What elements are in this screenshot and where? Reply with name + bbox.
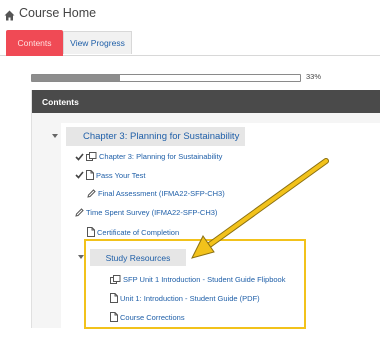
progress-fill: [32, 75, 121, 81]
contents-panel-header: Contents: [32, 90, 380, 113]
page-title: Course Home: [19, 6, 97, 20]
study-resources-module[interactable]: Study Resources: [90, 249, 186, 266]
item-label: Unit 1: Introduction - Student Guide (PD…: [120, 293, 260, 303]
item-label: Final Assessment (IFMA22-SFP-CH3): [98, 189, 225, 198]
document-icon: [110, 293, 118, 303]
study-resources-label: Study Resources: [105, 252, 171, 263]
flipbook-icon: [86, 152, 97, 161]
chapter-module-label: Chapter 3: Planning for Sustainability: [83, 131, 240, 142]
item-label: Time Spent Survey (IFMA22-SFP-CH3): [86, 208, 218, 217]
document-icon: [86, 170, 94, 180]
tab-view-progress[interactable]: View Progress: [63, 31, 132, 54]
document-icon: [87, 227, 95, 237]
item-label: SFP Unit 1 Introduction - Student Guide …: [123, 275, 286, 284]
pencil-icon: [87, 189, 96, 198]
checkmark-icon: [75, 171, 84, 179]
page-header: Course Home: [4, 4, 96, 22]
list-item[interactable]: SFP Unit 1 Introduction - Student Guide …: [110, 275, 285, 284]
expand-study-resources-icon[interactable]: [78, 255, 84, 259]
item-label: Course Corrections: [120, 312, 185, 322]
item-label: Chapter 3: Planning for Sustainability: [99, 152, 223, 161]
expand-chapter-icon[interactable]: [52, 134, 58, 138]
list-item[interactable]: Final Assessment (IFMA22-SFP-CH3): [87, 189, 225, 198]
progress-percent: 33%: [306, 72, 322, 81]
list-item[interactable]: Time Spent Survey (IFMA22-SFP-CH3): [75, 208, 217, 217]
progress-bar: [31, 74, 301, 82]
tab-contents[interactable]: Contents: [6, 30, 63, 56]
item-label: Pass Your Test: [96, 170, 146, 180]
flipbook-icon: [110, 275, 121, 284]
list-item[interactable]: Pass Your Test: [75, 170, 145, 180]
tab-bar: Contents View Progress: [0, 28, 380, 56]
home-icon[interactable]: [4, 8, 15, 20]
list-item[interactable]: Certificate of Completion: [87, 227, 179, 237]
item-label: Certificate of Completion: [97, 227, 180, 237]
checkmark-icon: [75, 152, 84, 161]
list-item[interactable]: Unit 1: Introduction - Student Guide (PD…: [110, 293, 260, 303]
list-item[interactable]: Chapter 3: Planning for Sustainability: [75, 152, 222, 161]
document-icon: [110, 312, 118, 322]
list-item[interactable]: Course Corrections: [110, 312, 185, 322]
chapter-module[interactable]: Chapter 3: Planning for Sustainability: [66, 127, 245, 146]
pencil-icon: [75, 208, 84, 217]
